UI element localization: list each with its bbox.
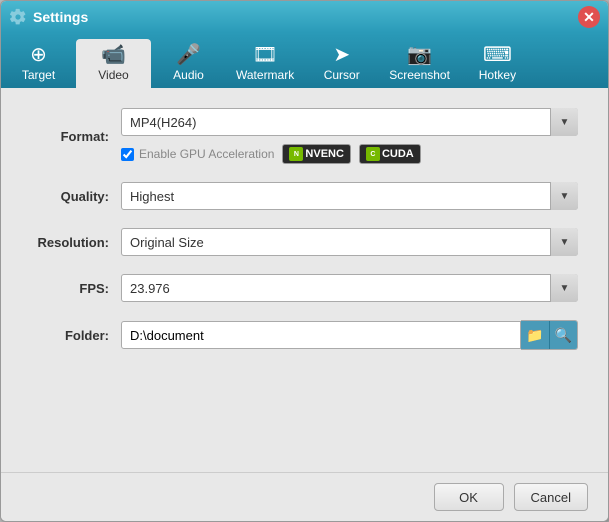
gpu-checkbox-label[interactable]: Enable GPU Acceleration <box>121 147 274 161</box>
settings-icon <box>9 8 27 26</box>
title-bar: Settings ✕ <box>1 1 608 33</box>
resolution-label: Resolution: <box>31 235 121 250</box>
cursor-icon: ➤ <box>333 45 350 65</box>
tab-audio[interactable]: 🎤 Audio <box>151 39 226 90</box>
fps-label: FPS: <box>31 281 121 296</box>
format-control: MP4(H264) MP4(H265) AVI MOV WMV FLV ▼ En… <box>121 108 578 164</box>
nvenc-label: NVENC <box>305 148 344 160</box>
settings-dialog: Settings ✕ ⊕ Target 📹 Video 🎤 Audio 🎞 Wa… <box>0 0 609 522</box>
search-icon: 🔍 <box>555 327 572 344</box>
ok-button[interactable]: OK <box>434 483 504 511</box>
folder-input-wrap: 📁 🔍 <box>121 320 578 350</box>
audio-icon: 🎤 <box>176 45 201 65</box>
cancel-button[interactable]: Cancel <box>514 483 588 511</box>
tab-cursor-label: Cursor <box>324 68 360 82</box>
resolution-select[interactable]: Original Size 1920x1080 1280x720 854x480 <box>121 228 578 256</box>
tab-hotkey-label: Hotkey <box>479 68 516 82</box>
tab-video-label: Video <box>98 68 128 82</box>
folder-icon: 📁 <box>526 327 543 344</box>
resolution-control: Original Size 1920x1080 1280x720 854x480… <box>121 228 578 256</box>
tab-video[interactable]: 📹 Video <box>76 39 151 90</box>
content-area: Format: MP4(H264) MP4(H265) AVI MOV WMV … <box>1 88 608 472</box>
format-select-wrap: MP4(H264) MP4(H265) AVI MOV WMV FLV ▼ <box>121 108 578 136</box>
gpu-row: Enable GPU Acceleration N NVENC C CUDA <box>121 144 578 164</box>
tab-target-label: Target <box>22 68 55 82</box>
bottom-bar: OK Cancel <box>1 472 608 521</box>
folder-search-button[interactable]: 🔍 <box>549 321 577 349</box>
quality-control: Highest High Medium Low ▼ <box>121 182 578 210</box>
target-icon: ⊕ <box>30 45 47 65</box>
fps-select-wrap: 23.976 24 25 29.97 30 60 ▼ <box>121 274 578 302</box>
folder-buttons: 📁 🔍 <box>521 320 578 350</box>
tab-bar: ⊕ Target 📹 Video 🎤 Audio 🎞 Watermark ➤ C… <box>1 33 608 88</box>
tab-watermark[interactable]: 🎞 Watermark <box>226 39 304 90</box>
fps-row: FPS: 23.976 24 25 29.97 30 60 ▼ <box>31 274 578 302</box>
nvenc-dot: N <box>289 147 303 161</box>
quality-select[interactable]: Highest High Medium Low <box>121 182 578 210</box>
format-select[interactable]: MP4(H264) MP4(H265) AVI MOV WMV FLV <box>121 108 578 136</box>
screenshot-icon: 📷 <box>407 45 432 65</box>
tab-screenshot[interactable]: 📷 Screenshot <box>379 39 460 90</box>
tab-watermark-label: Watermark <box>236 68 294 82</box>
gpu-label-text: Enable GPU Acceleration <box>139 147 274 161</box>
quality-label: Quality: <box>31 189 121 204</box>
tab-screenshot-label: Screenshot <box>389 68 450 82</box>
tab-audio-label: Audio <box>173 68 204 82</box>
format-label: Format: <box>31 129 121 144</box>
format-row: Format: MP4(H264) MP4(H265) AVI MOV WMV … <box>31 108 578 164</box>
hotkey-icon: ⌨ <box>483 45 512 65</box>
quality-row: Quality: Highest High Medium Low ▼ <box>31 182 578 210</box>
fps-select[interactable]: 23.976 24 25 29.97 30 60 <box>121 274 578 302</box>
cuda-label: CUDA <box>382 148 414 160</box>
folder-input[interactable] <box>121 321 521 349</box>
resolution-select-wrap: Original Size 1920x1080 1280x720 854x480… <box>121 228 578 256</box>
watermark-icon: 🎞 <box>252 45 277 65</box>
folder-browse-button[interactable]: 📁 <box>521 321 549 349</box>
tab-hotkey[interactable]: ⌨ Hotkey <box>460 39 535 90</box>
cuda-badge: C CUDA <box>359 144 421 164</box>
folder-label: Folder: <box>31 328 121 343</box>
fps-control: 23.976 24 25 29.97 30 60 ▼ <box>121 274 578 302</box>
close-button[interactable]: ✕ <box>578 6 600 28</box>
folder-row: Folder: 📁 🔍 <box>31 320 578 350</box>
cuda-dot: C <box>366 147 380 161</box>
gpu-checkbox[interactable] <box>121 148 134 161</box>
resolution-row: Resolution: Original Size 1920x1080 1280… <box>31 228 578 256</box>
quality-select-wrap: Highest High Medium Low ▼ <box>121 182 578 210</box>
dialog-title: Settings <box>33 9 578 25</box>
video-icon: 📹 <box>101 45 126 65</box>
nvenc-badge: N NVENC <box>282 144 351 164</box>
tab-target[interactable]: ⊕ Target <box>1 39 76 90</box>
tab-cursor[interactable]: ➤ Cursor <box>304 39 379 90</box>
